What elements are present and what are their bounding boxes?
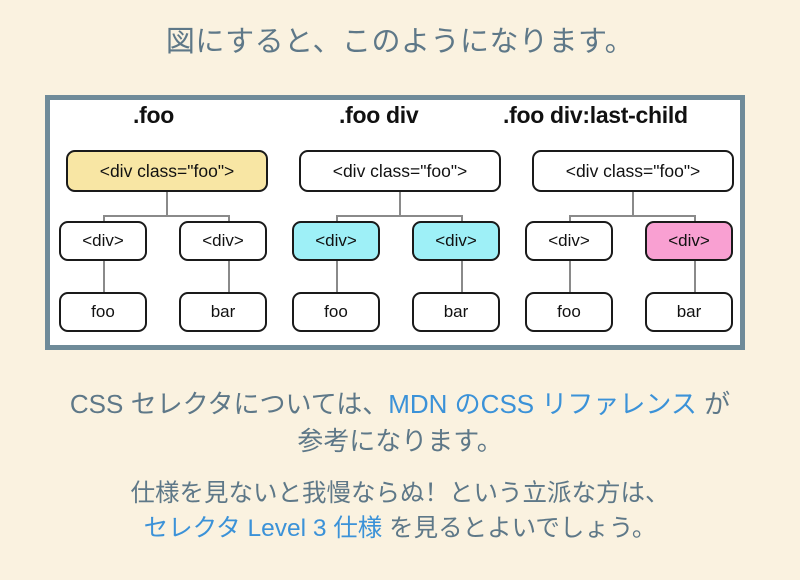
dom-tree-column-foo-div-last-child: <div class="foo"> <div> <div> foo bar — [516, 134, 749, 355]
node-child-div-left: <div> — [292, 221, 380, 261]
node-leaf-bar: bar — [412, 292, 500, 332]
node-child-div-left: <div> — [525, 221, 613, 261]
diagram-column-headers: .foo .foo div .foo div:last-child — [50, 100, 750, 134]
column-header-foo: .foo — [133, 102, 174, 128]
connector-leaf-stem-right — [461, 259, 463, 295]
page-title: 図にすると、このようになります。 — [165, 26, 635, 58]
node-leaf-bar: bar — [645, 292, 733, 332]
paragraph-spec-reference: 仕様を見ないと我慢ならぬ！という立派な方は、 セレクタ Level 3 仕様 を… — [0, 477, 800, 547]
connector-bus — [569, 215, 696, 217]
connector-leaf-stem-left — [103, 259, 105, 295]
paragraph-css-selector-reference: CSS セレクタについては、MDN のCSS リファレンス が 参考になります。 — [0, 386, 800, 460]
node-child-div-right: <div> — [179, 221, 267, 261]
node-child-div-left: <div> — [59, 221, 147, 261]
dom-tree-column-foo: <div class="foo"> <div> <div> foo bar — [50, 134, 283, 355]
node-child-div-right: <div> — [645, 221, 733, 261]
dom-tree-column-foo-div: <div class="foo"> <div> <div> foo bar — [283, 134, 516, 355]
node-root-div-foo: <div class="foo"> — [66, 150, 268, 192]
column-header-foo-div-last-child: .foo div:last-child — [503, 102, 688, 128]
connector-bus — [336, 215, 463, 217]
connector-bus — [103, 215, 230, 217]
paragraph-1-after: が — [696, 389, 731, 419]
selector-diagram-frame: .foo .foo div .foo div:last-child <div c… — [45, 95, 745, 350]
node-leaf-foo: foo — [525, 292, 613, 332]
connector-root-stem — [632, 192, 634, 216]
paragraph-1-before: CSS セレクタについては、 — [69, 389, 389, 419]
link-mdn-css-reference[interactable]: MDN のCSS リファレンス — [388, 389, 697, 419]
column-header-foo-div: .foo div — [339, 102, 419, 128]
node-root-div-foo: <div class="foo"> — [299, 150, 501, 192]
connector-leaf-stem-right — [228, 259, 230, 295]
node-child-div-right: <div> — [412, 221, 500, 261]
diagram-canvas: .foo .foo div .foo div:last-child <div c… — [50, 100, 750, 355]
node-root-div-foo: <div class="foo"> — [532, 150, 734, 192]
connector-leaf-stem-left — [336, 259, 338, 295]
connector-leaf-stem-left — [569, 259, 571, 295]
node-leaf-bar: bar — [179, 292, 267, 332]
node-leaf-foo: foo — [59, 292, 147, 332]
paragraph-2-after: を見るとよいでしょう。 — [382, 514, 657, 542]
paragraph-2-line1: 仕様を見ないと我慢ならぬ！という立派な方は、 — [130, 480, 670, 507]
connector-root-stem — [399, 192, 401, 216]
connector-root-stem — [166, 192, 168, 216]
paragraph-1-line2: 参考になります。 — [297, 425, 503, 456]
connector-leaf-stem-right — [694, 259, 696, 295]
link-selectors-level-3-spec[interactable]: セレクタ Level 3 仕様 — [144, 515, 383, 542]
node-leaf-foo: foo — [292, 292, 380, 332]
